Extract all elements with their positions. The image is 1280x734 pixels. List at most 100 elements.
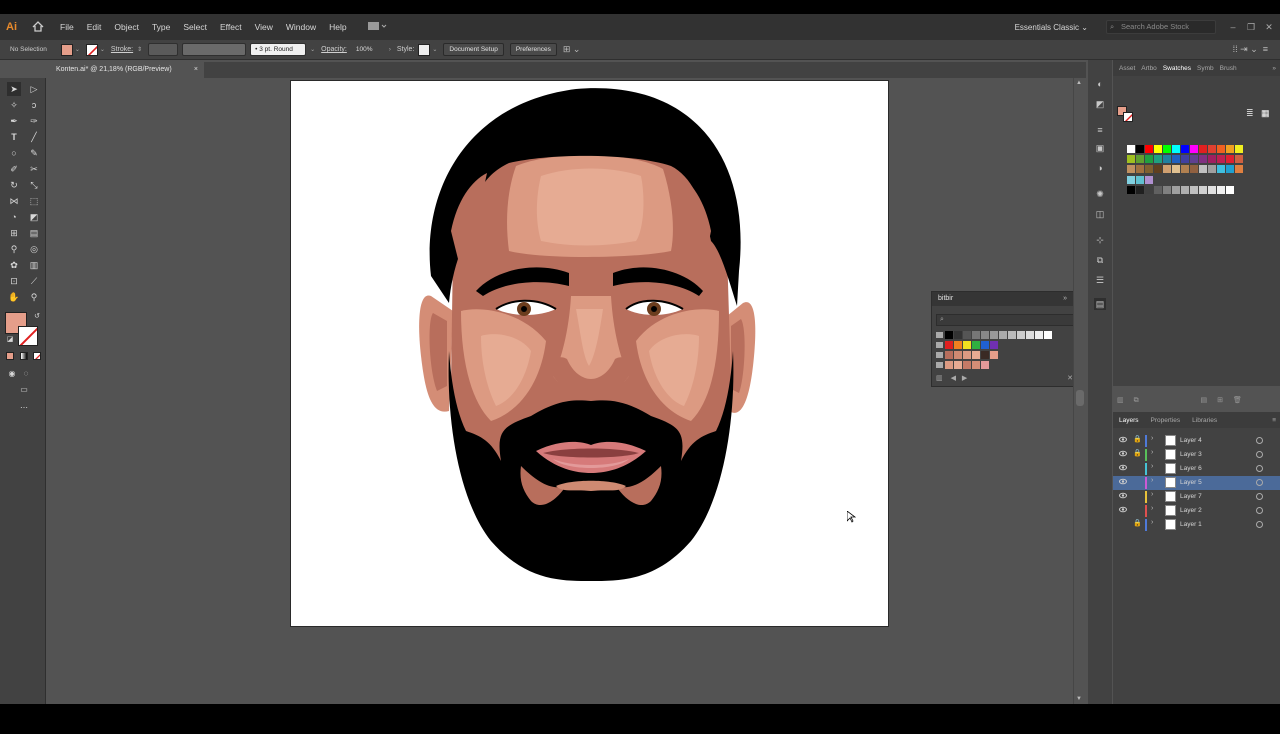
line-tool-icon[interactable]: ╱ [27,130,41,144]
swatch[interactable] [1145,145,1153,153]
artboards-panel-icon[interactable]: ▤ [1094,298,1106,310]
zoom-tool-icon[interactable]: ⚲ [27,290,41,304]
swatch[interactable] [945,331,953,339]
swatch[interactable] [1208,155,1216,163]
style-swatch[interactable] [418,43,431,56]
artboard-tool-icon[interactable]: ⊡ [7,274,21,288]
swatch[interactable] [1217,145,1225,153]
expand-icon[interactable]: › [1151,463,1153,470]
panel-options-icon[interactable]: ⁞⁞ ⇥ ⌄ ≡ [1233,44,1268,55]
minimize-icon[interactable]: – [1226,22,1240,32]
shaper-tool-icon[interactable]: ✐ [7,162,21,176]
expand-icon[interactable]: › [1151,505,1153,512]
menu-view[interactable]: View [255,22,273,32]
swatch[interactable] [1127,165,1135,173]
graph-tool-icon[interactable]: ▥ [27,258,41,272]
home-icon[interactable] [32,20,44,34]
target-icon[interactable] [1256,437,1263,444]
swatch[interactable] [1145,176,1153,184]
layer-row[interactable]: › Layer 7 [1113,490,1280,504]
swatch[interactable] [1163,165,1171,173]
vertical-scrollbar[interactable]: ▲ ▼ [1073,78,1085,704]
swatch[interactable] [1226,186,1234,194]
expand-icon[interactable]: › [1151,519,1153,526]
swatch[interactable] [1217,165,1225,173]
blend-tool-icon[interactable]: ◎ [27,242,41,256]
tab-libraries[interactable]: Libraries [1192,417,1217,424]
target-icon[interactable] [1256,479,1263,486]
tab-properties[interactable]: Properties [1151,417,1181,424]
layer-name[interactable]: Layer 6 [1180,465,1202,472]
collapse-icon[interactable]: » [1063,292,1067,306]
swatch[interactable] [1008,331,1016,339]
swatch[interactable] [1172,145,1180,153]
tab-artboards[interactable]: Artbo [1141,65,1157,72]
swatch[interactable] [1172,186,1180,194]
chevron-down-icon[interactable]: ⌄ [100,46,105,53]
swatch[interactable] [1136,145,1144,153]
swatch[interactable] [1035,331,1043,339]
mesh-tool-icon[interactable]: ⊞ [7,226,21,240]
symbol-sprayer-icon[interactable]: ✿ [7,258,21,272]
swatch[interactable] [1127,155,1135,163]
swatch[interactable] [990,331,998,339]
swatch[interactable] [1190,145,1198,153]
menu-window[interactable]: Window [286,22,316,32]
current-stroke-swatch[interactable] [1123,112,1133,122]
add-to-library-icon[interactable]: ⧉ [1134,397,1139,404]
eye-icon[interactable] [1119,478,1127,485]
chevron-down-icon[interactable]: ⌄ [310,46,315,53]
swatch[interactable] [1226,155,1234,163]
stroke-label[interactable]: Stroke: [111,46,133,53]
swatch[interactable] [972,341,980,349]
swatch[interactable] [945,341,953,349]
swatch[interactable] [972,361,980,369]
stroke-swatch[interactable] [85,43,98,56]
swatch[interactable] [1208,145,1216,153]
swatch[interactable] [981,331,989,339]
swatch[interactable] [1217,186,1225,194]
layer-name[interactable]: Layer 2 [1180,507,1202,514]
swatch[interactable] [1145,155,1153,163]
swatch[interactable] [1127,186,1135,194]
none-mode-icon[interactable] [33,352,41,360]
chevron-down-icon[interactable]: ⌄ [75,46,80,53]
layer-row[interactable]: › Layer 5 [1113,476,1280,490]
swatch[interactable] [1208,186,1216,194]
swatch[interactable] [1145,186,1153,194]
stepper-icon[interactable]: ⇕ [137,46,142,53]
workspace-switcher[interactable]: Essentials Classic ⌄ [1015,23,1088,32]
collapse-icon[interactable]: » [1272,65,1276,72]
chevron-right-icon[interactable]: › [389,47,391,53]
swatch[interactable] [1172,155,1180,163]
swatch[interactable] [1199,145,1207,153]
layer-name[interactable]: Layer 1 [1180,521,1202,528]
swatch[interactable] [972,331,980,339]
layer-name[interactable]: Layer 4 [1180,437,1202,444]
target-icon[interactable] [1256,493,1263,500]
target-icon[interactable] [1256,507,1263,514]
new-swatch-icon[interactable]: ⊞ [1217,397,1223,404]
type-tool-icon[interactable]: T [7,130,21,144]
align-panel-icon[interactable]: ☰ [1094,274,1106,286]
swatch[interactable] [981,351,989,359]
swatch[interactable] [1199,186,1207,194]
menu-effect[interactable]: Effect [220,22,242,32]
swatch[interactable] [963,341,971,349]
eye-icon[interactable] [1119,492,1127,499]
arrange-documents-icon[interactable] [367,21,388,33]
bitbir-search-input[interactable]: ⌕ [936,314,1079,326]
restore-icon[interactable]: ❐ [1244,22,1258,33]
default-colors-icon[interactable]: ◪ [3,333,17,347]
lasso-icon[interactable]: ↄ [27,98,41,112]
hand-tool-icon[interactable]: ✋ [7,290,21,304]
color-panel-icon[interactable]: ◐ [1094,78,1106,90]
color-mode-icon[interactable] [6,352,14,360]
grid-view-icon[interactable]: ▦ [1261,108,1270,119]
paintbrush-icon[interactable]: ✎ [27,146,41,160]
layer-name[interactable]: Layer 7 [1180,493,1202,500]
curvature-tool-icon[interactable]: ✑ [27,114,41,128]
swatch[interactable] [1136,176,1144,184]
swatch[interactable] [1044,331,1052,339]
swatch[interactable] [1226,145,1234,153]
